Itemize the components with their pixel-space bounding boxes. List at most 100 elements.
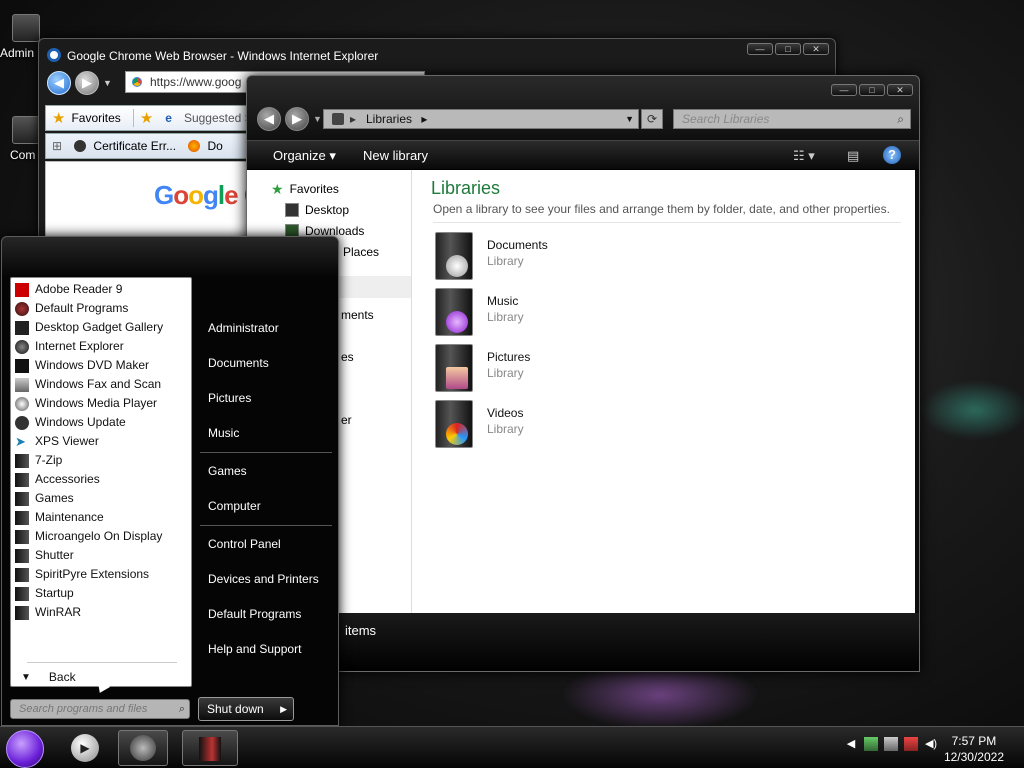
folder-icon <box>15 491 29 506</box>
network-icon[interactable] <box>864 737 878 751</box>
start-item-control-panel[interactable]: Control Panel <box>208 537 281 551</box>
shutdown-button[interactable]: Shut down ▶ <box>198 697 294 721</box>
chrome-icon <box>130 75 144 89</box>
start-item-music[interactable]: Music <box>208 426 239 440</box>
nav-item-desktop[interactable]: Desktop <box>285 201 349 219</box>
start-item-default-programs[interactable]: Default Programs <box>208 607 301 621</box>
maximize-button[interactable]: □ <box>859 84 885 96</box>
windows-update-icon <box>15 415 29 430</box>
folder-games[interactable]: Games <box>15 489 74 508</box>
back-triangle-icon: ▼ <box>21 671 31 683</box>
breadcrumb[interactable]: ▸ Libraries ▸ ▼ <box>323 109 639 129</box>
nav-item-favorites[interactable]: ★ Favorites <box>271 180 339 198</box>
minimize-button[interactable]: — <box>747 43 773 55</box>
start-item-games[interactable]: Games <box>208 464 247 478</box>
start-item-administrator[interactable]: Administrator <box>208 321 279 335</box>
library-documents[interactable]: Documents Library <box>435 232 635 282</box>
program-dvd-maker[interactable]: Windows DVD Maker <box>15 356 149 375</box>
close-button[interactable]: ✕ <box>887 84 913 96</box>
program-internet-explorer[interactable]: Internet Explorer <box>15 337 124 356</box>
back-arrow-icon[interactable]: ◀ <box>257 107 281 131</box>
library-pictures[interactable]: Pictures Library <box>435 344 635 394</box>
tools-icon[interactable] <box>884 737 898 751</box>
folder-maintenance[interactable]: Maintenance <box>15 508 104 527</box>
organize-button[interactable]: Organize ▾ <box>273 148 336 164</box>
history-dropdown-icon[interactable]: ▼ <box>103 78 112 88</box>
taskbar-media-player-button[interactable]: ▶ <box>66 730 104 766</box>
preview-pane-icon[interactable]: ▤ <box>847 148 859 164</box>
videos-library-icon <box>435 400 473 448</box>
recent-pages-dropdown-icon[interactable]: ▼ <box>313 114 322 124</box>
fax-scan-icon <box>15 377 29 392</box>
action-center-icon[interactable] <box>904 737 918 751</box>
start-search-input[interactable]: Search programs and files ⌕ <box>10 699 190 719</box>
folder-accessories[interactable]: Accessories <box>15 470 100 489</box>
minimize-button[interactable]: — <box>831 84 857 96</box>
program-default-programs[interactable]: Default Programs <box>15 299 128 318</box>
change-view-icon[interactable]: ☷ ▾ <box>793 148 815 164</box>
maximize-button[interactable]: □ <box>775 43 801 55</box>
computer-icon <box>12 116 40 144</box>
clock[interactable]: 7:57 PM 12/30/2022 <box>944 733 1004 765</box>
start-menu[interactable]: Adobe Reader 9 Default Programs Desktop … <box>1 236 339 726</box>
program-fax-scan[interactable]: Windows Fax and Scan <box>15 375 161 394</box>
back-arrow-icon[interactable]: ◀ <box>47 71 71 95</box>
help-icon[interactable]: ? <box>883 146 901 164</box>
library-name: Documents <box>487 238 548 252</box>
folder-7zip[interactable]: 7-Zip <box>15 451 62 470</box>
nav-item-libraries-selected[interactable] <box>339 276 411 298</box>
breadcrumb-separator-icon: ▸ <box>421 112 428 126</box>
folder-startup[interactable]: Startup <box>15 584 74 603</box>
tab-certificate-error[interactable]: Certificate Err... <box>68 139 182 153</box>
desktop-icon-label: Com <box>10 148 36 162</box>
taskbar-ie-button[interactable] <box>118 730 168 766</box>
shutdown-options-arrow-icon[interactable]: ▶ <box>280 698 287 720</box>
taskbar-explorer-button[interactable] <box>182 730 238 766</box>
folder-spiritpyre[interactable]: SpiritPyre Extensions <box>15 565 149 584</box>
forward-arrow-icon[interactable]: ▶ <box>285 107 309 131</box>
page-subtitle: Open a library to see your files and arr… <box>433 202 890 216</box>
folder-microangelo[interactable]: Microangelo On Display <box>15 527 162 546</box>
nav-item-recent-places[interactable]: Places <box>343 243 379 261</box>
add-favorite-icon[interactable]: ★ <box>132 109 159 127</box>
start-item-documents[interactable]: Documents <box>208 356 269 370</box>
volume-icon[interactable]: ◀) <box>924 737 938 751</box>
explorer-folder-icon <box>199 737 221 761</box>
show-hidden-icons-icon[interactable]: ◀ <box>844 737 858 751</box>
libraries-explorer-window[interactable]: — □ ✕ ◀ ▶ ▼ ▸ Libraries ▸ ▼ ⟳ Search Lib… <box>246 75 920 672</box>
divider <box>200 525 332 526</box>
folder-icon <box>15 586 29 601</box>
nav-item-computer[interactable]: er <box>341 411 352 429</box>
tab-download[interactable]: Do <box>182 139 229 153</box>
program-media-player[interactable]: Windows Media Player <box>15 394 157 413</box>
program-xps-viewer[interactable]: ➤ XPS Viewer <box>15 432 99 451</box>
program-gadget-gallery[interactable]: Desktop Gadget Gallery <box>15 318 163 337</box>
nav-item-documents[interactable]: ments <box>341 306 374 324</box>
forward-arrow-icon[interactable]: ▶ <box>75 71 99 95</box>
folder-shutter[interactable]: Shutter <box>15 546 74 565</box>
library-videos[interactable]: Videos Library <box>435 400 635 450</box>
start-item-computer[interactable]: Computer <box>208 499 261 513</box>
program-windows-update[interactable]: Windows Update <box>15 413 126 432</box>
refresh-icon[interactable]: ⟳ <box>641 109 663 129</box>
close-button[interactable]: ✕ <box>803 43 829 55</box>
path-dropdown-icon[interactable]: ▼ <box>625 110 634 128</box>
start-orb-button[interactable] <box>6 730 44 768</box>
folder-winrar[interactable]: WinRAR <box>15 603 81 622</box>
window-controls: — □ ✕ <box>831 84 913 96</box>
nav-item-pictures[interactable]: es <box>341 348 354 366</box>
new-library-button[interactable]: New library <box>363 148 428 163</box>
quick-tabs-icon[interactable]: ⊞ <box>46 139 68 153</box>
favorites-star-icon: ★ <box>271 181 284 197</box>
program-adobe-reader[interactable]: Adobe Reader 9 <box>15 280 122 299</box>
start-item-devices-printers[interactable]: Devices and Printers <box>208 572 319 586</box>
start-item-help-support[interactable]: Help and Support <box>208 642 301 656</box>
search-input[interactable]: Search Libraries ⌕ <box>673 109 911 129</box>
internet-explorer-icon <box>130 735 156 761</box>
breadcrumb-libraries[interactable]: Libraries <box>366 112 412 126</box>
ie-nav-buttons: ◀ ▶ ▼ <box>47 71 112 95</box>
tab-label: Do <box>207 139 223 153</box>
library-music[interactable]: Music Library <box>435 288 635 338</box>
favorites-button[interactable]: Favorites <box>65 111 126 125</box>
start-item-pictures[interactable]: Pictures <box>208 391 251 405</box>
